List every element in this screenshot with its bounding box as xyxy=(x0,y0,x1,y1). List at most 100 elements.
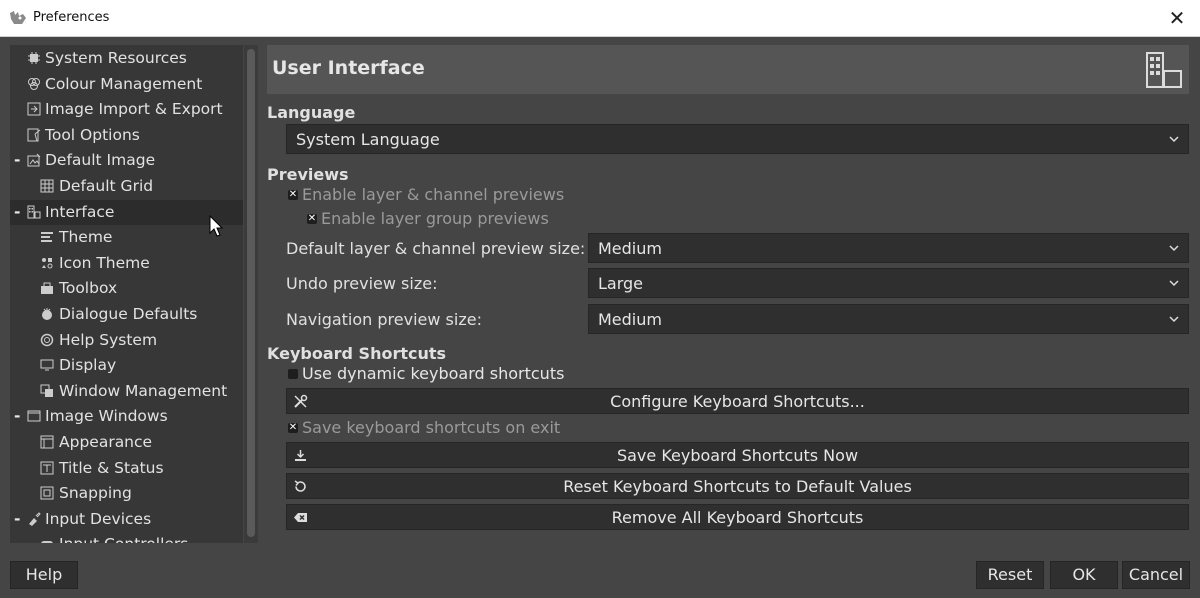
collapse-expander-icon[interactable]: - xyxy=(14,507,22,532)
toolbox-icon xyxy=(41,282,53,295)
sidebar-item-label: Image Windows xyxy=(45,407,168,426)
help-system-icon xyxy=(40,333,54,346)
input-devices-icon xyxy=(29,512,41,526)
default-image-icon xyxy=(27,154,41,167)
ok-button[interactable]: OK xyxy=(1050,561,1118,589)
category-tree[interactable]: System Resources Colour Management Image I… xyxy=(10,45,243,543)
sidebar-item-label: Window Management xyxy=(59,381,228,400)
check-mark-icon: ✕ xyxy=(288,189,298,200)
checkbox-label: Enable layer group previews xyxy=(321,209,549,228)
sidebar-item[interactable]: Toolbox xyxy=(10,276,243,301)
sidebar-item[interactable]: System Resources xyxy=(10,46,243,71)
window-title: Preferences xyxy=(33,10,110,25)
save-shortcuts-now-button[interactable]: Save Keyboard Shortcuts Now xyxy=(286,442,1189,468)
help-button[interactable]: Help xyxy=(10,561,78,589)
import-export-icon xyxy=(27,102,41,116)
default-preview-size-label: Default layer & channel preview size: xyxy=(286,239,586,258)
checkbox-label: Use dynamic keyboard shortcuts xyxy=(302,364,565,383)
sidebar-item-label: Title & Status xyxy=(59,458,164,477)
sidebar-scrollbar[interactable] xyxy=(244,45,258,543)
display-icon xyxy=(40,359,54,371)
scrollbar-thumb[interactable] xyxy=(247,49,255,537)
appearance-icon xyxy=(40,435,54,449)
language-combo[interactable]: System Language xyxy=(286,124,1189,154)
sidebar-item-label: Dialogue Defaults xyxy=(59,305,198,323)
sidebar-item-label: Theme xyxy=(59,228,113,247)
cancel-button[interactable]: Cancel xyxy=(1122,561,1190,589)
sidebar-item[interactable]: Display xyxy=(10,353,243,378)
remove-all-shortcuts-button[interactable]: Remove All Keyboard Shortcuts xyxy=(286,504,1189,530)
button-label: Remove All Keyboard Shortcuts xyxy=(611,508,864,527)
title-status-icon xyxy=(40,461,54,475)
button-label: Configure Keyboard Shortcuts... xyxy=(610,392,865,411)
sidebar-item[interactable]: Icon Theme xyxy=(10,251,243,276)
dialogue-defaults-icon xyxy=(42,308,52,320)
close-button[interactable]: ✕ xyxy=(1154,0,1200,36)
navigation-preview-size-label: Navigation preview size: xyxy=(286,310,482,329)
collapse-expander-icon[interactable]: - xyxy=(14,404,22,429)
language-value: System Language xyxy=(296,130,440,149)
image-windows-icon xyxy=(27,410,41,422)
configure-shortcuts-button[interactable]: Configure Keyboard Shortcuts... xyxy=(286,388,1189,414)
checkbox-label: Enable layer & channel previews xyxy=(302,185,565,204)
checkbox-box[interactable]: ✕ xyxy=(288,189,298,200)
sidebar-item-label: Image Import & Export xyxy=(45,100,223,119)
input-controllers-icon xyxy=(41,541,53,543)
sidebar-item[interactable]: - Image Windows xyxy=(10,404,243,429)
default-preview-size-combo[interactable]: Medium xyxy=(588,233,1189,263)
default-preview-size-value: Medium xyxy=(598,239,662,258)
close-icon: ✕ xyxy=(1168,6,1186,30)
sidebar-item-label: Colour Management xyxy=(45,74,203,93)
tool-options-icon xyxy=(27,128,41,142)
sidebar-item-label: System Resources xyxy=(45,49,187,67)
snapping-icon xyxy=(40,486,54,500)
reset-button[interactable]: Reset xyxy=(976,561,1044,589)
sidebar-item[interactable]: Help System xyxy=(10,328,243,353)
sidebar-item[interactable]: Default Grid xyxy=(10,174,243,199)
sidebar-item-label: Help System xyxy=(59,330,158,349)
chip-icon xyxy=(28,52,40,64)
checkbox-box[interactable]: ✕ xyxy=(307,213,317,224)
sidebar-item[interactable]: Image Import & Export xyxy=(10,97,243,122)
interface-icon xyxy=(1146,52,1182,88)
page-title: User Interface xyxy=(272,57,425,79)
sidebar-item-label: Interface xyxy=(45,202,115,221)
sidebar-item[interactable]: Dialogue Defaults xyxy=(10,302,243,327)
chevron-down-icon xyxy=(1169,245,1179,252)
chevron-down-icon xyxy=(1169,316,1179,323)
undo-preview-size-combo[interactable]: Large xyxy=(588,268,1189,298)
checkbox-box[interactable] xyxy=(288,369,298,379)
sidebar-item[interactable]: Window Management xyxy=(10,379,243,404)
undo-preview-size-label: Undo preview size: xyxy=(286,274,438,293)
sidebar-item[interactable]: Colour Management xyxy=(10,72,243,97)
sidebar-item[interactable]: - Input Devices xyxy=(10,507,243,532)
gimp-app-icon xyxy=(10,11,26,24)
sidebar-item[interactable]: Tool Options xyxy=(10,123,243,148)
sidebar-item-label: Icon Theme xyxy=(59,253,150,272)
language-heading: Language xyxy=(267,103,356,122)
reset-shortcuts-button[interactable]: Reset Keyboard Shortcuts to Default Valu… xyxy=(286,473,1189,499)
undo-preview-size-value: Large xyxy=(598,274,644,293)
theme-icon xyxy=(41,232,53,243)
sidebar-item[interactable]: Input Controllers xyxy=(10,532,243,543)
grid-icon xyxy=(40,179,54,193)
sidebar-item-label: Input Controllers xyxy=(59,532,188,543)
sidebar-item[interactable]: Appearance xyxy=(10,430,243,455)
sidebar-item[interactable]: Snapping xyxy=(10,481,243,506)
color-circles-icon xyxy=(28,77,40,90)
checkbox-label: Save keyboard shortcuts on exit xyxy=(302,418,561,437)
collapse-expander-icon[interactable]: - xyxy=(14,200,22,225)
sidebar-item-label: Tool Options xyxy=(45,125,140,144)
collapse-expander-icon[interactable]: - xyxy=(14,148,22,173)
sidebar-item-label: Display xyxy=(59,356,117,375)
sidebar-item[interactable]: Title & Status xyxy=(10,456,243,481)
check-mark-icon: ✕ xyxy=(288,422,298,433)
navigation-preview-size-combo[interactable]: Medium xyxy=(588,304,1189,334)
button-label: Save Keyboard Shortcuts Now xyxy=(616,446,859,465)
sidebar-item[interactable]: - Default Image xyxy=(10,148,243,173)
window-management-icon xyxy=(40,384,53,397)
title-bar: Preferences ✕ xyxy=(0,0,1200,37)
interface-icon xyxy=(27,205,41,219)
sidebar-item-label: Toolbox xyxy=(59,279,118,298)
checkbox-box[interactable]: ✕ xyxy=(288,422,298,433)
